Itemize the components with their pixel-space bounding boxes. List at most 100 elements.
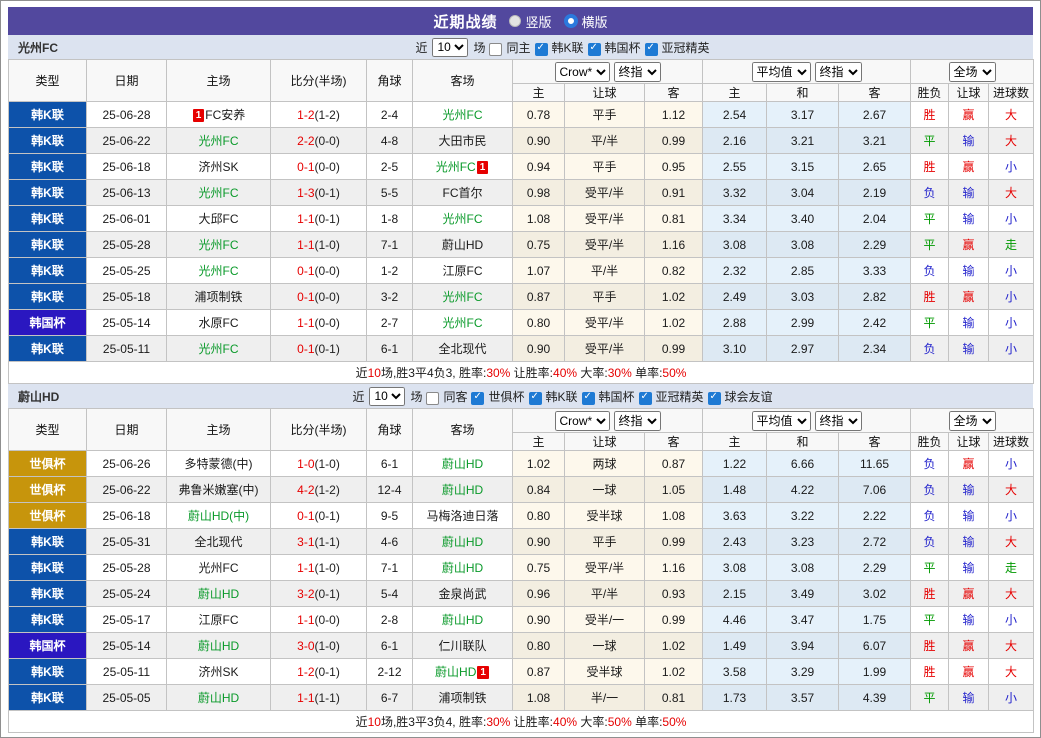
col-header-2: 主场 xyxy=(167,60,271,102)
league-checkbox-1[interactable] xyxy=(588,43,601,56)
result-wdl: 负 xyxy=(911,451,949,477)
avg-stage-select[interactable]: 终指 xyxy=(815,62,862,82)
score-cell: 1-1(0-1) xyxy=(271,206,367,232)
league-checkbox-2[interactable] xyxy=(645,43,658,56)
avg-home: 2.32 xyxy=(703,258,767,284)
matches-count-select[interactable]: 10 xyxy=(369,387,405,406)
away-team: 蔚山HD xyxy=(413,607,513,633)
scope-select[interactable]: 全场 xyxy=(949,62,996,82)
match-date: 25-05-24 xyxy=(87,581,167,607)
avg-select[interactable]: 平均值 xyxy=(752,62,811,82)
avg-home: 1.48 xyxy=(703,477,767,503)
away-team: 马梅洛迪日落 xyxy=(413,503,513,529)
match-type-badge: 韩K联 xyxy=(9,555,87,581)
avg-draw: 3.40 xyxy=(767,206,839,232)
same-venue-checkbox[interactable] xyxy=(426,392,439,405)
result-scope-group: 全场 xyxy=(911,409,1034,433)
match-type-badge: 韩国杯 xyxy=(9,310,87,336)
matches-count-select[interactable]: 10 xyxy=(432,38,468,57)
away-team: 蔚山HD xyxy=(413,232,513,258)
odds-handicap: 受平/半 xyxy=(565,555,645,581)
result-handicap: 输 xyxy=(949,206,989,232)
home-team: 光州FC xyxy=(167,336,271,362)
odds-stage-select[interactable]: 终指 xyxy=(614,411,661,431)
score-cell: 1-1(1-0) xyxy=(271,555,367,581)
red-card-badge: 1 xyxy=(477,161,489,174)
odds-away: 1.02 xyxy=(645,659,703,685)
league-checkbox-0[interactable] xyxy=(471,392,484,405)
near-label: 近 xyxy=(352,388,364,405)
table-row: 韩国杯25-05-14水原FC1-1(0-0)2-7光州FC0.80受平/半1.… xyxy=(9,310,1034,336)
result-wdl: 胜 xyxy=(911,154,949,180)
away-team: 光州FC xyxy=(413,102,513,128)
result-wdl: 平 xyxy=(911,555,949,581)
avg-away: 4.39 xyxy=(839,685,911,711)
avg-draw: 3.08 xyxy=(767,555,839,581)
avg-home: 1.73 xyxy=(703,685,767,711)
avg-away: 2.42 xyxy=(839,310,911,336)
home-team: 多特蒙德(中) xyxy=(167,451,271,477)
horizontal-radio-icon[interactable] xyxy=(564,14,578,28)
match-type-badge: 世俱杯 xyxy=(9,477,87,503)
match-date: 25-06-22 xyxy=(87,477,167,503)
sub-header-1: 让球 xyxy=(565,84,645,102)
odds-handicap: 平/半 xyxy=(565,128,645,154)
result-goals: 大 xyxy=(989,633,1034,659)
league-checkbox-2[interactable] xyxy=(582,392,595,405)
league-checkbox-4[interactable] xyxy=(708,392,721,405)
result-handicap: 输 xyxy=(949,477,989,503)
horizontal-layout-option[interactable]: 横版 xyxy=(564,12,608,31)
league-checkbox-1[interactable] xyxy=(529,392,542,405)
home-team: 江原FC xyxy=(167,607,271,633)
avg-draw: 6.66 xyxy=(767,451,839,477)
same-venue-checkbox[interactable] xyxy=(489,43,502,56)
result-handicap: 输 xyxy=(949,555,989,581)
col-header-0: 类型 xyxy=(9,60,87,102)
scope-select[interactable]: 全场 xyxy=(949,411,996,431)
result-goals: 大 xyxy=(989,128,1034,154)
corner-cell: 1-2 xyxy=(367,258,413,284)
corner-cell: 2-8 xyxy=(367,607,413,633)
vertical-radio-icon[interactable] xyxy=(509,15,521,27)
result-goals: 小 xyxy=(989,154,1034,180)
odds-company-select[interactable]: Crow* xyxy=(555,62,610,82)
odds-away: 1.16 xyxy=(645,555,703,581)
match-date: 25-06-13 xyxy=(87,180,167,206)
corner-cell: 2-7 xyxy=(367,310,413,336)
odds-away: 1.12 xyxy=(645,102,703,128)
home-team: 光州FC xyxy=(167,232,271,258)
odds-handicap: 平手 xyxy=(565,102,645,128)
home-team: 全北现代 xyxy=(167,529,271,555)
odds-stage-select[interactable]: 终指 xyxy=(614,62,661,82)
avg-select[interactable]: 平均值 xyxy=(752,411,811,431)
result-handicap: 赢 xyxy=(949,232,989,258)
avg-home: 3.10 xyxy=(703,336,767,362)
corner-cell: 5-4 xyxy=(367,581,413,607)
league-checkbox-0[interactable] xyxy=(535,43,548,56)
odds-home: 1.02 xyxy=(513,451,565,477)
match-type-badge: 韩K联 xyxy=(9,154,87,180)
league-checkbox-3[interactable] xyxy=(639,392,652,405)
odds-company-select[interactable]: Crow* xyxy=(555,411,610,431)
score-cell: 1-2(0-1) xyxy=(271,659,367,685)
sub-header-7: 让球 xyxy=(949,84,989,102)
avg-stage-select[interactable]: 终指 xyxy=(815,411,862,431)
sub-header-5: 客 xyxy=(839,84,911,102)
away-team: 大田市民 xyxy=(413,128,513,154)
match-type-badge: 韩K联 xyxy=(9,284,87,310)
sub-header-0: 主 xyxy=(513,84,565,102)
vertical-layout-option[interactable]: 竖版 xyxy=(509,12,551,31)
team-name: 蔚山HD xyxy=(18,388,59,405)
odds-away: 0.95 xyxy=(645,154,703,180)
home-team: 蔚山HD(中) xyxy=(167,503,271,529)
page-title: 近期战绩 xyxy=(433,11,497,32)
same-venue-label: 同客 xyxy=(443,388,467,405)
away-team: 全北现代 xyxy=(413,336,513,362)
away-team: 光州FC xyxy=(413,310,513,336)
match-date: 25-06-26 xyxy=(87,451,167,477)
odds-handicap: 平/半 xyxy=(565,258,645,284)
table-row: 世俱杯25-06-18蔚山HD(中)0-1(0-1)9-5马梅洛迪日落0.80受… xyxy=(9,503,1034,529)
avg-away: 3.33 xyxy=(839,258,911,284)
match-date: 25-06-28 xyxy=(87,102,167,128)
odds-away: 0.99 xyxy=(645,607,703,633)
